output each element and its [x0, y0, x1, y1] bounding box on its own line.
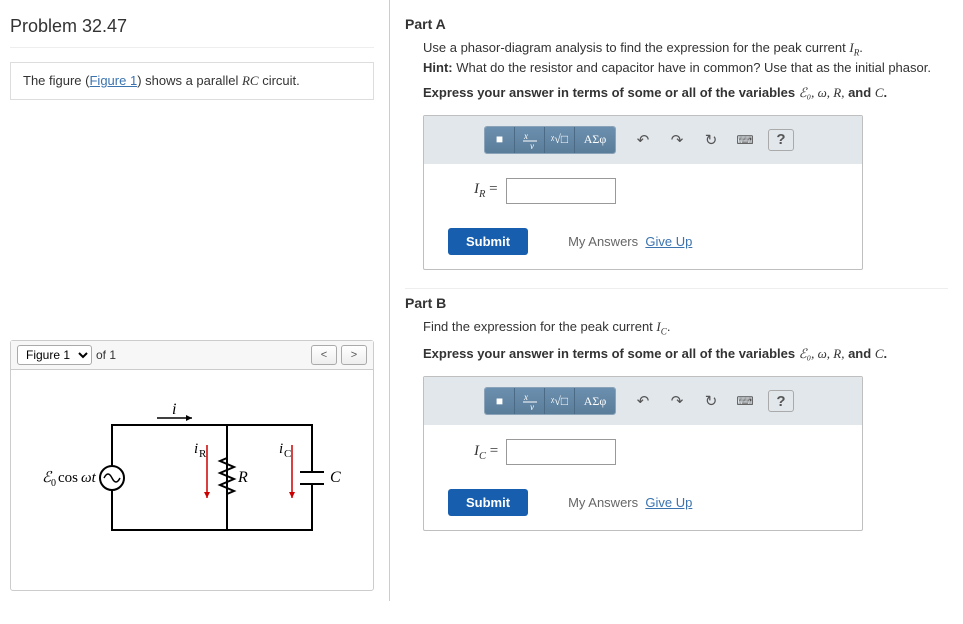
- svg-text:R: R: [199, 448, 207, 460]
- help-icon[interactable]: ?: [768, 129, 794, 151]
- resistor-label: R: [237, 469, 248, 486]
- submit-button-b[interactable]: Submit: [448, 489, 528, 516]
- figure-next-button[interactable]: >: [341, 345, 367, 365]
- part-b-express: Express your answer in terms of some or …: [423, 346, 948, 362]
- svg-text:cos: cos: [58, 470, 78, 486]
- svg-text:i: i: [279, 441, 283, 457]
- figure-prev-button[interactable]: <: [311, 345, 337, 365]
- figure-link[interactable]: Figure 1: [89, 73, 137, 88]
- answer-row-a: IR =: [424, 164, 862, 218]
- button-row-a: Submit My Answers Give Up: [424, 218, 862, 269]
- reset-icon[interactable]: ↻: [700, 390, 722, 412]
- keyboard-icon[interactable]: ⌨: [734, 390, 756, 412]
- my-answers-a[interactable]: My Answers: [568, 234, 638, 249]
- part-b-content: Find the expression for the peak current…: [405, 319, 948, 532]
- svg-text:ωt: ωt: [81, 470, 97, 486]
- redo-icon[interactable]: ↷: [666, 129, 688, 151]
- figure-select[interactable]: Figure 1: [17, 345, 92, 365]
- answer-label-a: IR =: [474, 181, 498, 200]
- submit-button-a[interactable]: Submit: [448, 228, 528, 255]
- greek-button[interactable]: ΑΣφ: [575, 388, 615, 414]
- svg-text:0: 0: [51, 478, 56, 489]
- give-up-link-b[interactable]: Give Up: [645, 495, 692, 510]
- button-row-b: Submit My Answers Give Up: [424, 479, 862, 530]
- figure-panel: Figure 1 of 1 < >: [10, 340, 374, 591]
- part-a-hint: Hint: What do the resistor and capacitor…: [423, 60, 948, 75]
- fraction-button[interactable]: xy: [515, 127, 545, 153]
- svg-text:y: y: [529, 402, 534, 410]
- svg-text:i: i: [194, 441, 198, 457]
- answer-box-a: ■ xy ᵡ√□ ΑΣφ ↶ ↷ ↻ ⌨ ? IR =: [423, 115, 863, 270]
- svg-text:x: x: [523, 392, 528, 402]
- help-icon[interactable]: ?: [768, 390, 794, 412]
- my-answers-b[interactable]: My Answers: [568, 495, 638, 510]
- svg-text:y: y: [529, 141, 534, 149]
- answer-input-b[interactable]: [506, 439, 616, 465]
- part-a-instruction: Use a phasor-diagram analysis to find th…: [423, 40, 948, 58]
- undo-icon[interactable]: ↶: [632, 129, 654, 151]
- give-up-link-a[interactable]: Give Up: [645, 234, 692, 249]
- intro-suffix: ) shows a parallel: [137, 73, 242, 88]
- intro-end: circuit.: [259, 73, 300, 88]
- figure-header: Figure 1 of 1 < >: [11, 341, 373, 370]
- svg-text:C: C: [284, 448, 291, 460]
- answer-label-b: IC =: [474, 443, 498, 462]
- answer-row-b: IC =: [424, 425, 862, 479]
- figure-body: i i R R i C C ℰ 0 cos ωt: [11, 370, 373, 590]
- fraction-button[interactable]: xy: [515, 388, 545, 414]
- current-i-label: i: [172, 401, 176, 418]
- keyboard-icon[interactable]: ⌨: [734, 129, 756, 151]
- undo-icon[interactable]: ↶: [632, 390, 654, 412]
- root-button[interactable]: ᵡ√□: [545, 127, 575, 153]
- part-a-label: Part A: [405, 10, 948, 32]
- part-a-express: Express your answer in terms of some or …: [423, 85, 948, 101]
- problem-intro: The figure (Figure 1) shows a parallel R…: [10, 62, 374, 100]
- reset-icon[interactable]: ↻: [700, 129, 722, 151]
- answer-box-b: ■ xy ᵡ√□ ΑΣφ ↶ ↷ ↻ ⌨ ? IC =: [423, 376, 863, 531]
- toolbar-b: ■ xy ᵡ√□ ΑΣφ ↶ ↷ ↻ ⌨ ?: [424, 377, 862, 425]
- circuit-type: RC: [242, 73, 259, 88]
- template-button[interactable]: ■: [485, 127, 515, 153]
- template-button[interactable]: ■: [485, 388, 515, 414]
- greek-button[interactable]: ΑΣφ: [575, 127, 615, 153]
- capacitor-label: C: [330, 469, 341, 486]
- part-a-content: Use a phasor-diagram analysis to find th…: [405, 40, 948, 270]
- intro-text: The figure (: [23, 73, 89, 88]
- part-b-instruction: Find the expression for the peak current…: [423, 319, 948, 337]
- answer-input-a[interactable]: [506, 178, 616, 204]
- svg-text:x: x: [523, 131, 528, 141]
- toolbar-a: ■ xy ᵡ√□ ΑΣφ ↶ ↷ ↻ ⌨ ?: [424, 116, 862, 164]
- problem-title: Problem 32.47: [10, 10, 374, 48]
- root-button[interactable]: ᵡ√□: [545, 388, 575, 414]
- figure-count: of 1: [96, 348, 116, 362]
- circuit-diagram: i i R R i C C ℰ 0 cos ωt: [42, 390, 342, 570]
- part-b-label: Part B: [405, 288, 948, 311]
- redo-icon[interactable]: ↷: [666, 390, 688, 412]
